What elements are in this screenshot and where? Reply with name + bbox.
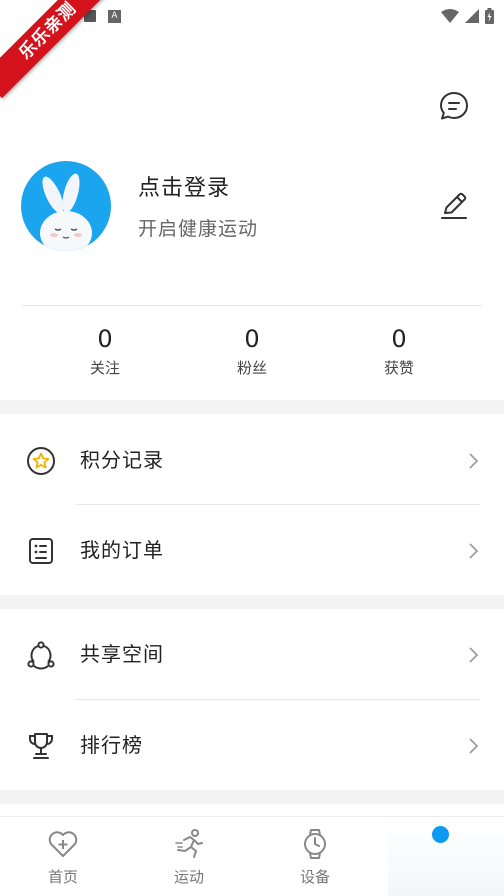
stat-following[interactable]: 0 关注 bbox=[55, 322, 155, 380]
login-subtitle: 开启健康运动 bbox=[138, 218, 259, 240]
login-prompt[interactable]: 点击登录 bbox=[138, 170, 230, 202]
runner-icon bbox=[175, 829, 203, 858]
stat-fans-label: 粉丝 bbox=[236, 359, 267, 377]
stat-fans[interactable]: 0 粉丝 bbox=[202, 322, 302, 380]
menu-item-ranking-label: 排行榜 bbox=[80, 733, 143, 757]
chevron-right-icon bbox=[469, 738, 479, 754]
message-circle-icon[interactable] bbox=[438, 90, 470, 122]
menu-item-shared-space-label: 共享空间 bbox=[80, 642, 164, 666]
status-a-icon: A bbox=[108, 10, 121, 23]
menu-divider bbox=[76, 504, 480, 505]
section-gap bbox=[0, 400, 504, 414]
chevron-right-icon bbox=[469, 453, 479, 469]
chevron-right-icon bbox=[469, 543, 479, 559]
wifi-icon bbox=[441, 9, 459, 23]
stats-row: 0 关注 0 粉丝 0 获赞 bbox=[0, 322, 504, 392]
status-right-icons bbox=[441, 8, 494, 24]
heart-plus-icon bbox=[48, 831, 78, 857]
edit-pen-icon[interactable] bbox=[438, 190, 470, 222]
tab-device-label: 设备 bbox=[299, 868, 330, 886]
chevron-right-icon bbox=[469, 647, 479, 663]
menu-divider bbox=[76, 699, 480, 700]
tab-device[interactable]: 设备 bbox=[252, 816, 378, 896]
menu-item-ranking[interactable]: 排行榜 bbox=[0, 701, 504, 789]
tab-home[interactable]: 首页 bbox=[0, 816, 126, 896]
trophy-icon bbox=[29, 733, 53, 759]
menu-item-shared-space[interactable]: 共享空间 bbox=[0, 610, 504, 698]
watch-icon bbox=[304, 829, 326, 859]
avatar[interactable] bbox=[21, 161, 111, 251]
stat-following-value: 0 bbox=[97, 325, 113, 353]
tab-sport[interactable]: 运动 bbox=[126, 816, 252, 896]
stat-likes-label: 获赞 bbox=[383, 359, 414, 377]
menu-item-points[interactable]: 积分记录 bbox=[0, 416, 504, 504]
me-icon bbox=[432, 826, 449, 843]
section-gap bbox=[0, 595, 504, 609]
stat-following-label: 关注 bbox=[89, 359, 120, 377]
share-nodes-icon bbox=[27, 641, 55, 670]
tab-home-label: 首页 bbox=[47, 868, 78, 886]
stat-likes[interactable]: 0 获赞 bbox=[349, 322, 449, 380]
menu-item-orders-label: 我的订单 bbox=[80, 538, 164, 562]
stat-fans-value: 0 bbox=[244, 325, 260, 353]
signal-icon bbox=[465, 9, 479, 23]
star-circle-icon bbox=[27, 447, 55, 475]
profile-divider bbox=[22, 305, 482, 306]
tab-sport-label: 运动 bbox=[173, 868, 204, 886]
order-list-icon bbox=[29, 538, 53, 564]
section-gap bbox=[0, 790, 504, 804]
stat-likes-value: 0 bbox=[391, 325, 407, 353]
battery-icon bbox=[485, 8, 494, 24]
menu-item-points-label: 积分记录 bbox=[80, 448, 164, 472]
rabbit-avatar-icon bbox=[40, 173, 92, 251]
menu-item-orders[interactable]: 我的订单 bbox=[0, 506, 504, 594]
